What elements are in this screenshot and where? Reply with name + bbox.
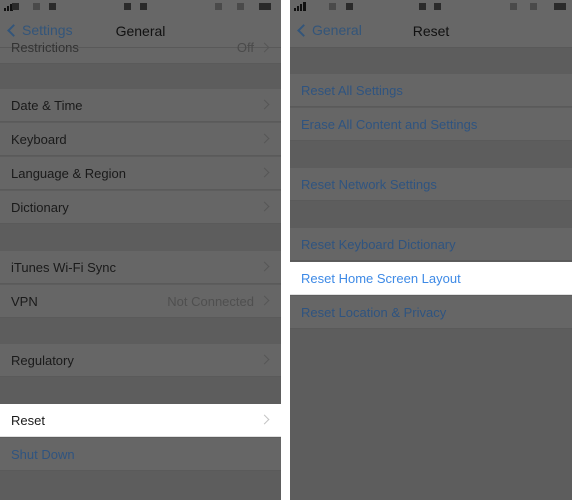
chevron-right-icon: [259, 99, 270, 110]
row-label: iTunes Wi-Fi Sync: [11, 260, 116, 275]
row-label: Reset: [11, 413, 45, 428]
status-icon: [215, 3, 222, 10]
list-item-language-region[interactable]: Language & Region: [0, 157, 281, 190]
row-label: Reset Location & Privacy: [301, 305, 447, 320]
row-label: Regulatory: [11, 353, 74, 368]
list-item-restrictions[interactable]: Restrictions Off: [0, 40, 281, 64]
status-icon: [419, 3, 426, 10]
status-icon: [346, 3, 353, 10]
status-icon: [49, 3, 56, 10]
reset-keyboard-dictionary-button[interactable]: Reset Keyboard Dictionary: [290, 228, 572, 261]
row-label: Keyboard: [11, 132, 67, 147]
chevron-right-icon: [259, 261, 270, 272]
vpn-status: Not Connected: [167, 294, 254, 309]
status-icon: [434, 3, 441, 10]
chevron-right-icon: [259, 167, 270, 178]
row-label: Language & Region: [11, 166, 126, 181]
reset-screen: General Reset Reset All Settings Erase A…: [290, 0, 572, 500]
status-icon: [530, 3, 537, 10]
row-detail: Off: [236, 40, 254, 55]
reset-all-settings-button[interactable]: Reset All Settings: [290, 74, 572, 107]
row-label: VPN: [11, 294, 38, 309]
row-label: Dictionary: [11, 200, 69, 215]
general-settings-screen: Settings General Restrictions Off Date &…: [0, 0, 281, 500]
list-item-vpn[interactable]: VPN Not Connected: [0, 285, 281, 318]
row-label: Reset Network Settings: [301, 177, 437, 192]
list-item-dictionary[interactable]: Dictionary: [0, 191, 281, 224]
status-icon: [510, 3, 517, 10]
page-title: General: [115, 23, 166, 39]
chevron-right-icon: [259, 201, 270, 212]
row-label: Erase All Content and Settings: [301, 117, 478, 132]
chevron-right-icon: [259, 354, 270, 365]
page-title: Reset: [412, 23, 450, 39]
list-item-regulatory[interactable]: Regulatory: [0, 344, 281, 377]
status-icon: [12, 3, 19, 10]
row-label: Restrictions: [11, 40, 79, 55]
list-item-keyboard[interactable]: Keyboard: [0, 123, 281, 156]
row-label: Reset Keyboard Dictionary: [301, 237, 456, 252]
row-label: Shut Down: [11, 447, 75, 462]
list-item-date-time[interactable]: Date & Time: [0, 89, 281, 122]
signal-icon: [294, 2, 306, 11]
status-bar: [290, 0, 572, 14]
reset-location-privacy-button[interactable]: Reset Location & Privacy: [290, 296, 572, 329]
chevron-right-icon: [259, 133, 270, 144]
chevron-right-icon: [259, 295, 270, 306]
status-icon: [140, 3, 147, 10]
battery-icon: [554, 3, 566, 10]
row-label: Reset All Settings: [301, 83, 403, 98]
chevron-right-icon: [259, 414, 270, 425]
navigation-bar: General Reset: [290, 14, 572, 48]
erase-all-content-button[interactable]: Erase All Content and Settings: [290, 108, 572, 141]
status-icon: [329, 3, 336, 10]
status-icon: [124, 3, 131, 10]
shut-down-button[interactable]: Shut Down: [0, 438, 281, 471]
status-bar: [0, 0, 281, 14]
list-item-itunes-wifi-sync[interactable]: iTunes Wi-Fi Sync: [0, 251, 281, 284]
status-icon: [237, 3, 244, 10]
battery-icon: [259, 3, 271, 10]
status-icon: [33, 3, 40, 10]
reset-home-screen-layout-button[interactable]: Reset Home Screen Layout: [290, 262, 572, 295]
list-item-reset[interactable]: Reset: [0, 404, 281, 437]
row-label: Date & Time: [11, 98, 83, 113]
reset-network-settings-button[interactable]: Reset Network Settings: [290, 168, 572, 201]
row-label: Reset Home Screen Layout: [301, 271, 461, 286]
